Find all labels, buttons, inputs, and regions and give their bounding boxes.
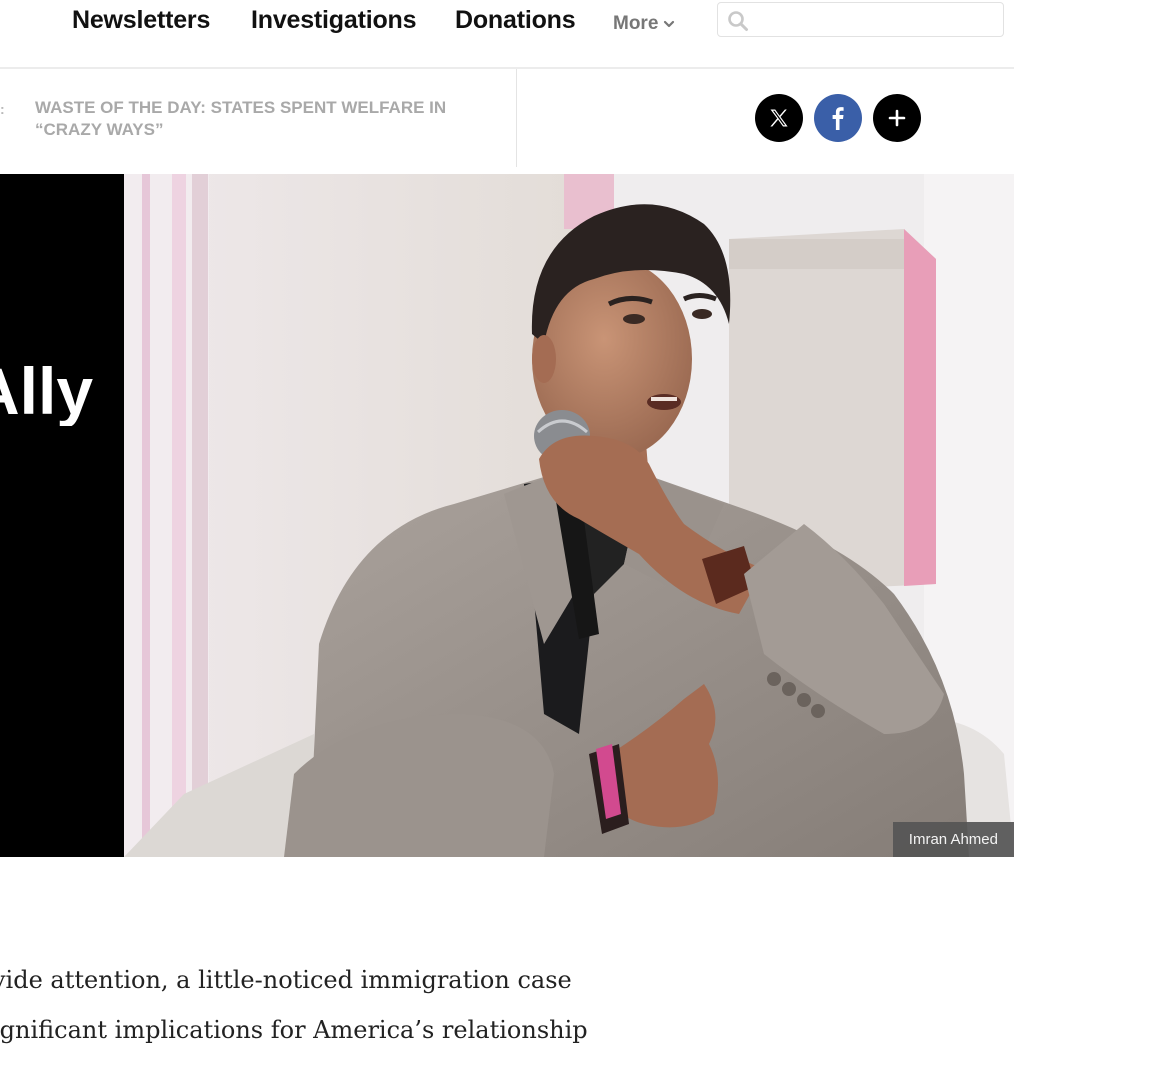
ticker-divider <box>516 69 517 167</box>
share-facebook-button[interactable] <box>814 94 862 142</box>
search-input[interactable] <box>756 7 1000 34</box>
ticker-bar: : WASTE OF THE DAY: STATES SPENT WELFARE… <box>0 69 1014 167</box>
top-navigation: Newsletters Investigations Donations Mor… <box>0 0 1014 67</box>
nav-link-investigations[interactable]: Investigations <box>251 6 416 35</box>
hero-title-panel <box>0 174 124 857</box>
hero-image: Ally <box>0 174 1014 857</box>
plus-icon <box>888 109 906 127</box>
ticker-headline-link[interactable]: WASTE OF THE DAY: STATES SPENT WELFARE I… <box>35 97 475 141</box>
chevron-down-icon <box>664 20 675 28</box>
article-line: ignificant implications for America’s re… <box>0 1016 588 1044</box>
photo-caption: Imran Ahmed <box>892 822 1014 857</box>
nav-link-newsletters[interactable]: Newsletters <box>72 6 210 35</box>
nav-link-donations[interactable]: Donations <box>455 6 576 35</box>
hero-headline: Ally <box>0 356 124 426</box>
article-line: vide attention, a little-noticed immigra… <box>0 966 572 994</box>
speaker-photo <box>124 174 1014 857</box>
search-box <box>717 2 1004 37</box>
facebook-logo-icon <box>832 107 844 130</box>
article-body: vide attention, a little-noticed immigra… <box>0 955 632 1055</box>
x-logo-icon <box>770 109 788 127</box>
search-icon[interactable] <box>727 10 749 32</box>
share-x-button[interactable] <box>755 94 803 142</box>
ticker-bullet: : <box>0 101 5 117</box>
nav-more-label: More <box>613 13 659 34</box>
hero-headline-text: Ally <box>0 356 94 426</box>
share-more-button[interactable] <box>873 94 921 142</box>
nav-more-menu[interactable]: More <box>613 13 676 35</box>
